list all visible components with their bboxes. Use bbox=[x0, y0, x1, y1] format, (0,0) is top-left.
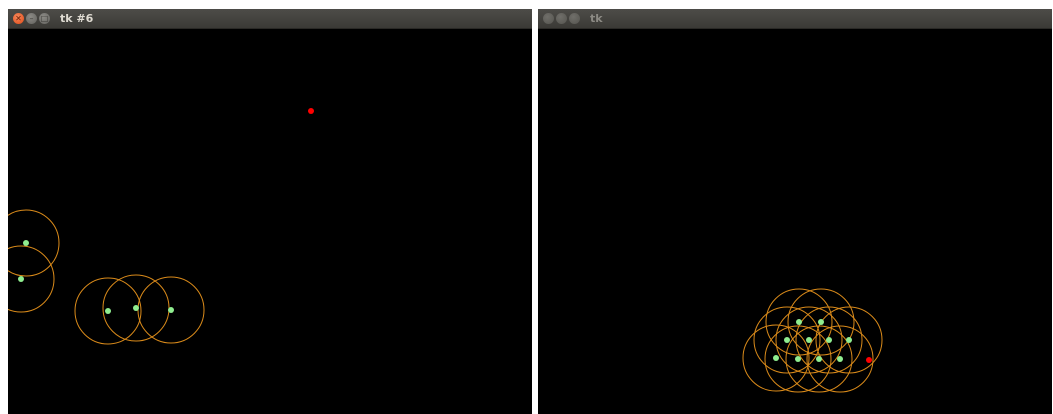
agent-dot bbox=[816, 356, 822, 362]
window-title: tk #6 bbox=[60, 12, 94, 25]
agent-dot bbox=[773, 355, 779, 361]
tk-window-right[interactable]: tk bbox=[538, 9, 1052, 414]
target-dot bbox=[866, 357, 872, 363]
agent-dot bbox=[784, 337, 790, 343]
agent-dot bbox=[796, 319, 802, 325]
agent-dot bbox=[105, 308, 111, 314]
maximize-icon[interactable]: □ bbox=[39, 13, 50, 24]
minimize-icon[interactable]: – bbox=[26, 13, 37, 24]
agent-dot bbox=[795, 356, 801, 362]
agent-dot bbox=[23, 240, 29, 246]
agent-dot bbox=[806, 337, 812, 343]
agent-dot bbox=[837, 356, 843, 362]
agent-dot bbox=[168, 307, 174, 313]
agent-dot bbox=[133, 305, 139, 311]
window-titlebar[interactable]: ✕ – □ tk #6 bbox=[8, 9, 532, 29]
close-icon[interactable]: ✕ bbox=[13, 13, 24, 24]
agent-dot bbox=[846, 337, 852, 343]
canvas-drawing bbox=[8, 108, 314, 345]
agent-dot bbox=[18, 276, 24, 282]
desktop: ✕ – □ tk #6 tk bbox=[0, 0, 1053, 414]
canvas-drawing bbox=[742, 288, 883, 393]
window-titlebar[interactable]: tk bbox=[538, 9, 1052, 29]
agent-dot bbox=[826, 337, 832, 343]
window-title: tk bbox=[590, 12, 603, 25]
close-icon[interactable] bbox=[543, 13, 554, 24]
agent-dot bbox=[818, 319, 824, 325]
tk-window-left[interactable]: ✕ – □ tk #6 bbox=[8, 9, 532, 414]
minimize-icon[interactable] bbox=[556, 13, 567, 24]
simulation-canvas[interactable] bbox=[538, 29, 1052, 414]
simulation-canvas[interactable] bbox=[8, 29, 532, 414]
maximize-icon[interactable] bbox=[569, 13, 580, 24]
target-dot bbox=[308, 108, 314, 114]
sensing-ring bbox=[8, 245, 55, 313]
